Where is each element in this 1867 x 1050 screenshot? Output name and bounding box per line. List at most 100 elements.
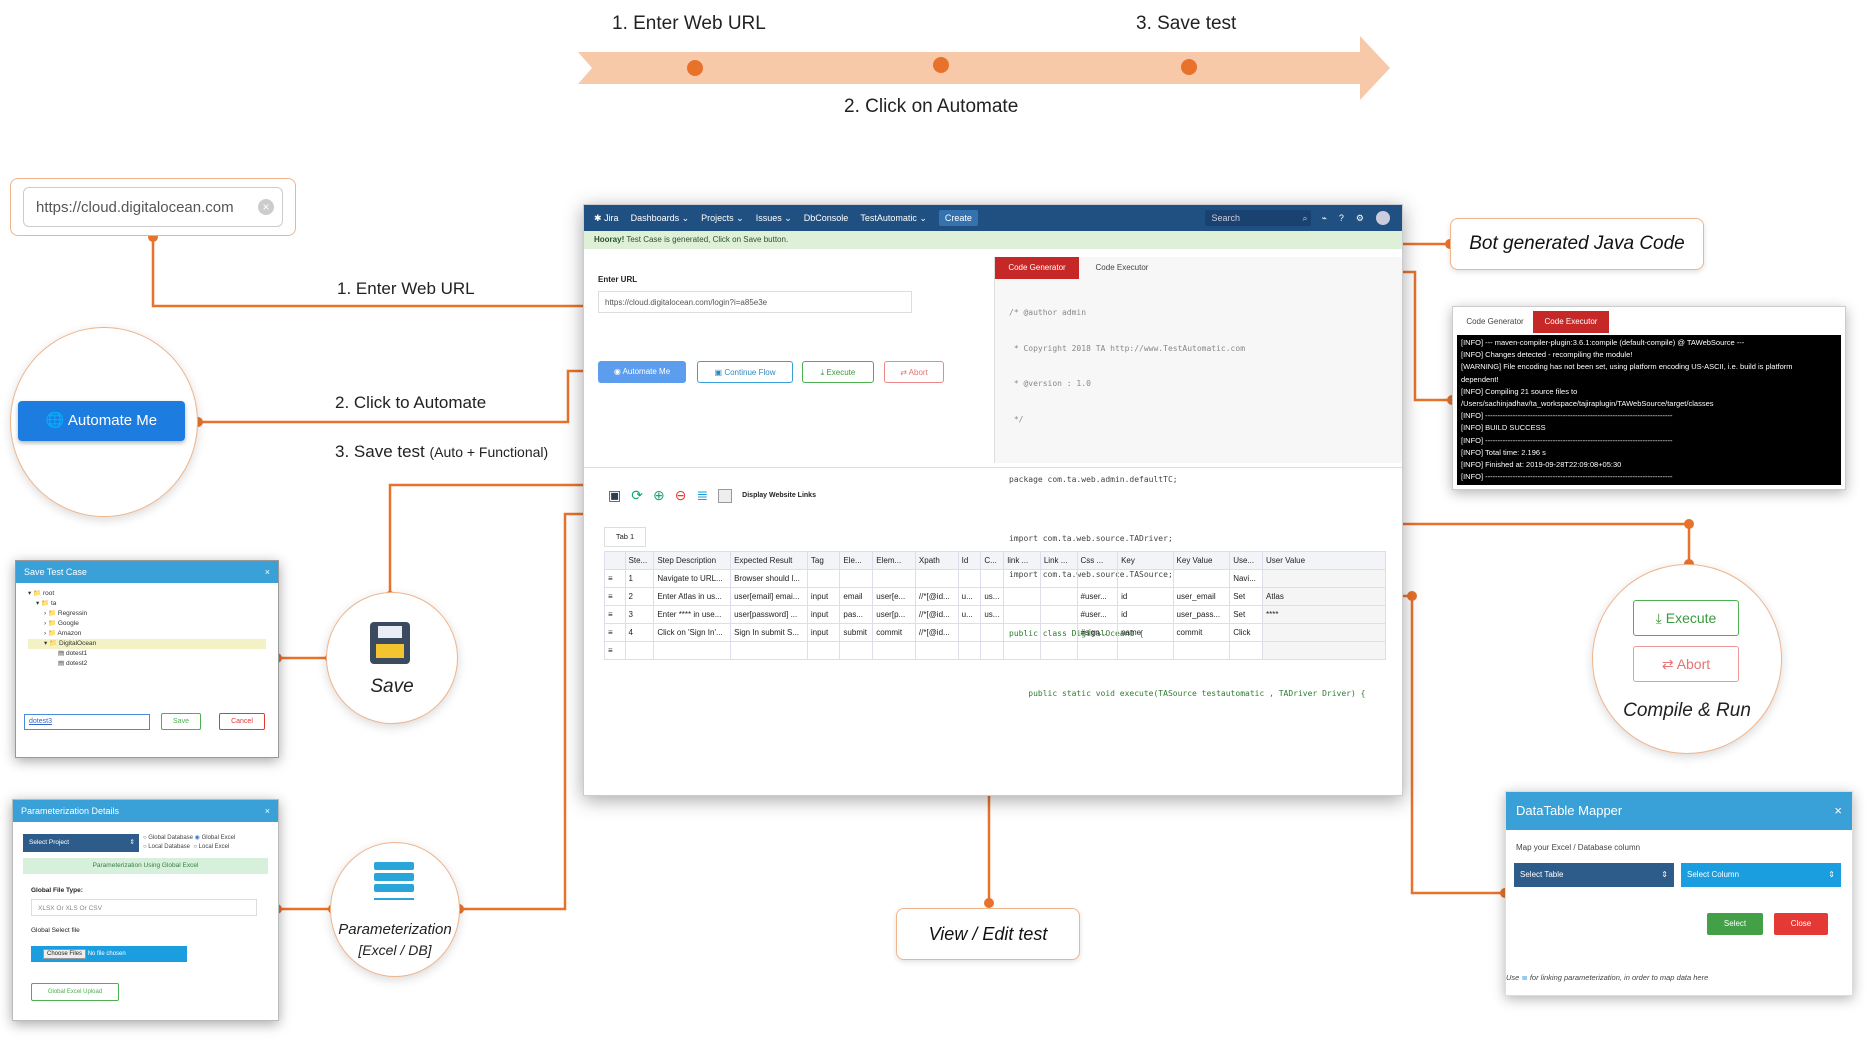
column-header[interactable]: Ele... [839, 551, 874, 570]
file-type-input[interactable]: XLSX Or XLS Or CSV [31, 899, 257, 916]
create-button[interactable]: Create [938, 210, 978, 226]
tab-code-generator[interactable]: Code Generator [995, 257, 1079, 279]
tree-node[interactable]: › 📁 Regressin [28, 609, 278, 619]
timeline-arrow [578, 36, 1390, 100]
feed-icon[interactable]: ⌁ [1321, 213, 1326, 224]
column-header[interactable]: Key [1117, 551, 1174, 570]
nav-dashboards[interactable]: Dashboards ⌄ [631, 213, 690, 224]
tree-leaf[interactable]: ▤ dotest1 [28, 649, 278, 659]
nav-testautomatic[interactable]: TestAutomatic ⌄ [860, 213, 927, 224]
help-icon[interactable]: ? [1339, 213, 1344, 223]
table-cell [1039, 641, 1078, 660]
gear-icon[interactable]: ⚙ [1356, 213, 1364, 224]
table-row[interactable]: ≡ 1 Navigate to URL... Browser should l... N… [604, 569, 1386, 588]
app-url-input[interactable]: https://cloud.digitalocean.com/login?i=a… [598, 291, 912, 313]
tab-1[interactable]: Tab 1 [604, 527, 646, 547]
table-row[interactable]: ≡ 4 Click on 'Sign In'... Sign In submit S.… [604, 623, 1386, 642]
cancel-button[interactable]: Cancel [219, 713, 265, 730]
column-header[interactable]: Tag [806, 551, 841, 570]
table-row[interactable]: ≡ 2 Enter Atlas in us... user[email] emai..… [604, 587, 1386, 606]
table-cell [914, 569, 959, 588]
radio[interactable]: ◉ [195, 835, 200, 841]
remove-icon[interactable]: ⊖ [675, 487, 687, 504]
test-name-input[interactable]: dotest3 [24, 714, 150, 730]
tab-code-executor[interactable]: Code Executor [1083, 257, 1161, 279]
tree-node-selected[interactable]: ▾ 📁 DigitalOcean [28, 639, 266, 649]
column-header[interactable]: Xpath [914, 551, 959, 570]
tree-leaf[interactable]: ▤ dotest2 [28, 659, 278, 669]
column-header[interactable]: Css ... [1076, 551, 1119, 570]
save-icon[interactable]: ▣ [608, 487, 621, 504]
save-button[interactable]: Save [161, 713, 201, 730]
column-header[interactable]: Elem... [872, 551, 916, 570]
execute-button[interactable]: ⤓ Execute [802, 361, 874, 383]
display-links-checkbox[interactable] [718, 488, 733, 503]
avatar[interactable] [1376, 211, 1390, 225]
global-excel-upload-button[interactable]: Global Excel Upload [31, 983, 119, 1001]
column-header[interactable]: Link ... [1039, 551, 1078, 570]
radio[interactable]: ○ [143, 835, 147, 841]
select-project-dropdown[interactable]: Select Project ⇕ [23, 834, 139, 852]
column-header[interactable]: link ... [1003, 551, 1041, 570]
refresh-icon[interactable]: ⟳ [631, 487, 643, 504]
column-header[interactable]: Step Description [653, 551, 732, 570]
bubble-abort-button[interactable]: ⇄ Abort [1633, 646, 1739, 682]
column-header[interactable]: C... [980, 551, 1005, 570]
jira-logo[interactable]: ✱ Jira [594, 213, 619, 224]
table-cell: #user... [1076, 587, 1119, 606]
nav-projects[interactable]: Projects ⌄ [701, 213, 744, 224]
tree-node[interactable]: › 📁 Amazon [28, 629, 278, 639]
column-header[interactable]: Use... [1229, 551, 1264, 570]
mapper-title: DataTable Mapper [1516, 803, 1623, 818]
search-input[interactable]: Search ⌕ [1205, 210, 1312, 226]
console-tab-code-generator[interactable]: Code Generator [1457, 311, 1533, 333]
nav-issues[interactable]: Issues ⌄ [756, 213, 792, 224]
app-automate-me-button[interactable]: ◉ Automate Me [598, 361, 686, 383]
nav-dbconsole[interactable]: DbConsole [804, 213, 849, 223]
table-cell[interactable]: Atlas [1262, 587, 1386, 606]
table-cell[interactable] [1262, 641, 1386, 660]
abort-button[interactable]: ⇄ Abort [884, 361, 944, 383]
view-edit-callout: View / Edit test [896, 908, 1080, 960]
globe-icon: 🌐 [45, 412, 65, 429]
add-icon[interactable]: ⊕ [653, 487, 665, 504]
url-input[interactable]: https://cloud.digitalocean.com × [23, 187, 283, 227]
parameterization-icon[interactable]: ≣ [696, 487, 708, 504]
mapper-close-button[interactable]: Close [1774, 913, 1828, 935]
wire-label-enter-url: 1. Enter Web URL [337, 279, 475, 298]
table-row[interactable]: ≡ [604, 641, 1386, 660]
column-header[interactable]: User Value [1262, 551, 1386, 570]
column-header[interactable]: Expected Result [730, 551, 808, 570]
column-header[interactable]: Ste... [624, 551, 655, 570]
automate-me-button[interactable]: 🌐 Automate Me [18, 401, 185, 441]
table-cell: Enter Atlas in us... [653, 587, 732, 606]
radio[interactable]: ○ [143, 844, 147, 850]
close-icon[interactable]: × [265, 561, 270, 583]
table-cell[interactable] [1262, 569, 1386, 588]
tree-node[interactable]: ▾ 📁 root [28, 589, 278, 599]
column-header[interactable]: Id [957, 551, 982, 570]
continue-flow-button[interactable]: ▣ Continue Flow [697, 361, 793, 383]
mapper-select-button[interactable]: Select [1707, 913, 1763, 935]
table-header-row: Ste... Step Description Expected Result … [604, 551, 1386, 570]
table-cell: us... [980, 605, 1005, 624]
bubble-execute-button[interactable]: ⤓ Execute [1633, 600, 1739, 636]
table-cell[interactable] [1262, 623, 1386, 642]
radio[interactable]: ○ [193, 844, 197, 850]
file-chooser[interactable]: Choose Files No file chosen [31, 946, 187, 962]
close-icon[interactable]: × [265, 800, 270, 822]
save-test-dialog: Save Test Case × ▾ 📁 root ▾ 📁 ta › 📁 Reg… [15, 560, 279, 758]
table-cell: 4 [624, 623, 655, 642]
tree-node[interactable]: ▾ 📁 ta [28, 599, 278, 609]
table-row[interactable]: ≡ 3 Enter **** in use... user[password] ...… [604, 605, 1386, 624]
column-header[interactable] [604, 551, 626, 570]
table-cell[interactable]: **** [1262, 605, 1386, 624]
table-cell: input [806, 623, 841, 642]
select-column-dropdown[interactable]: Select Column ⇕ [1681, 863, 1841, 887]
select-table-dropdown[interactable]: Select Table ⇕ [1514, 863, 1674, 887]
tree-node[interactable]: › 📁 Google [28, 619, 278, 629]
close-icon[interactable]: × [1834, 792, 1842, 830]
clear-icon[interactable]: × [258, 199, 274, 215]
column-header[interactable]: Key Value [1172, 551, 1231, 570]
console-tab-code-executor[interactable]: Code Executor [1533, 311, 1609, 333]
